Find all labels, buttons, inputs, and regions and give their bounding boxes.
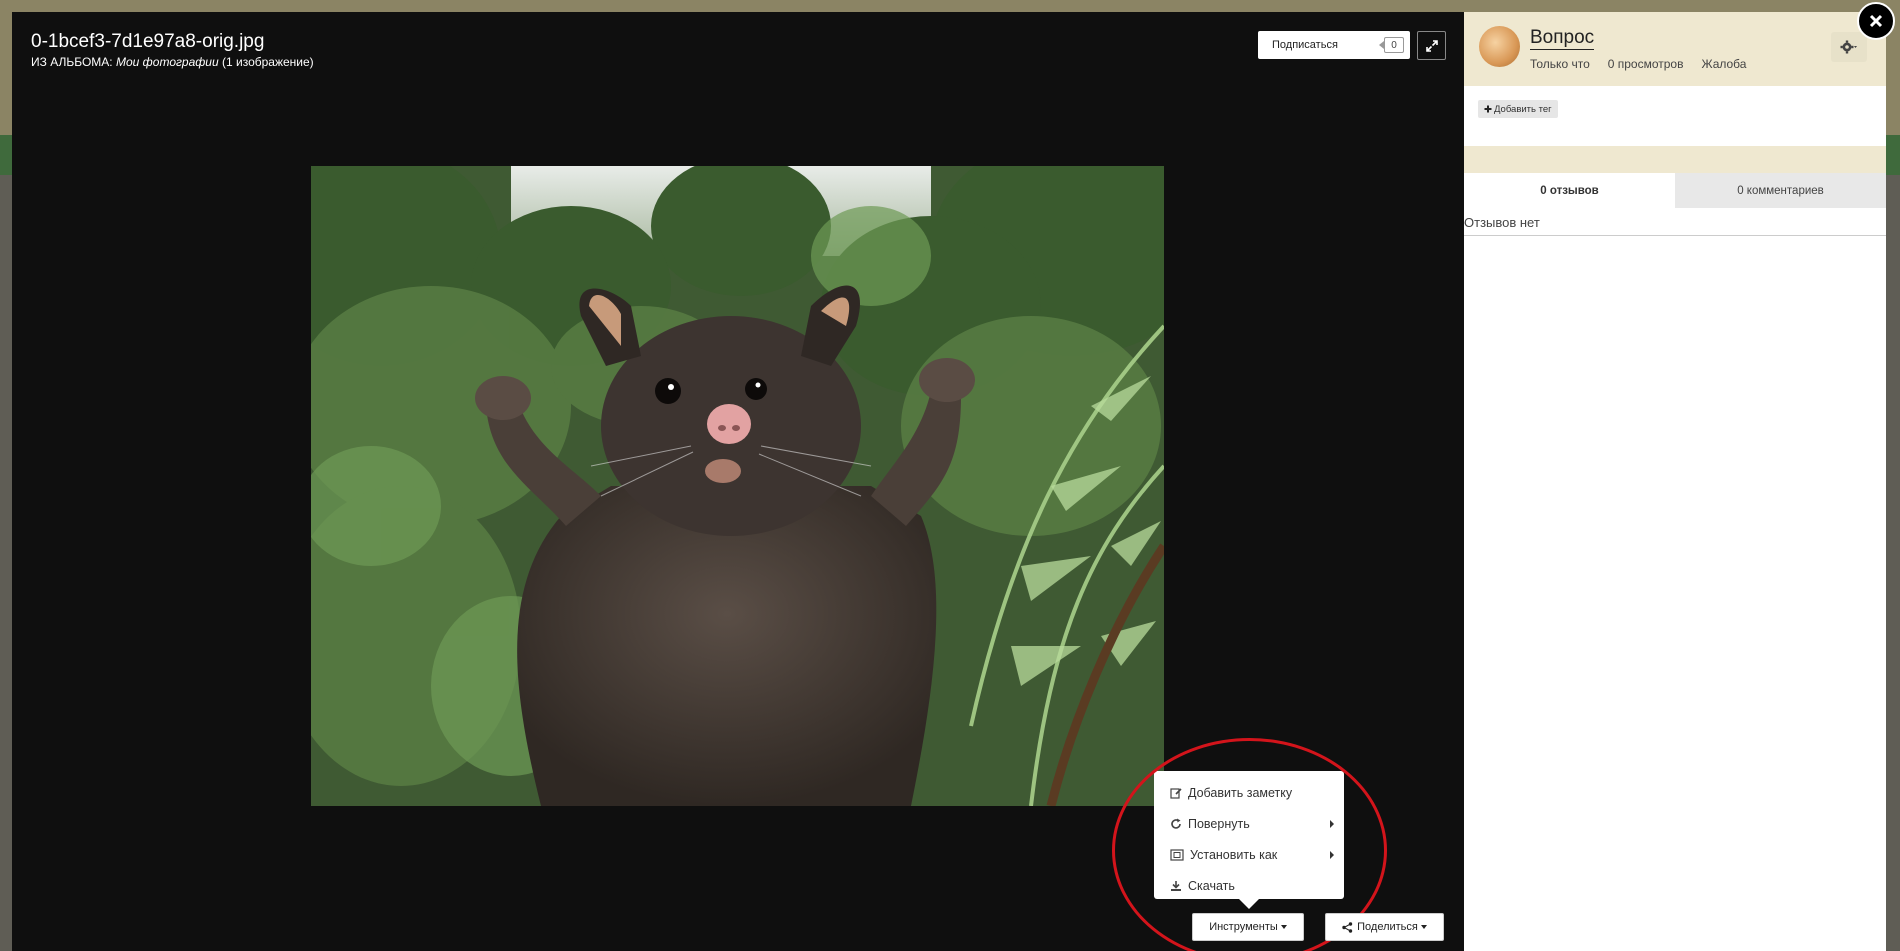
reviews-tabs: 0 отзывов 0 комментариев (1464, 173, 1886, 208)
views-count: 0 просмотров (1607, 57, 1684, 71)
gear-icon (1840, 40, 1857, 54)
add-tag-button[interactable]: Добавить тег (1478, 100, 1558, 118)
close-icon (1869, 14, 1883, 28)
possum-photo-illustration (311, 166, 1164, 806)
tools-label: Инструменты (1209, 921, 1278, 933)
photo-lightbox: 0-1bcef3-7d1e97a8-orig.jpg ИЗ АЛЬБОМА: М… (12, 12, 1464, 951)
photo-image[interactable] (311, 166, 1164, 806)
report-link[interactable]: Жалоба (1701, 57, 1746, 71)
photo-title: 0-1bcef3-7d1e97a8-orig.jpg (31, 31, 265, 52)
album-name[interactable]: Мои фотографии (116, 55, 219, 69)
photo-meta: Только что 0 просмотров Жалоба (1530, 57, 1746, 71)
tab-reviews[interactable]: 0 отзывов (1464, 173, 1675, 208)
subscribe-button[interactable]: Подписаться 0 (1258, 31, 1410, 59)
subscribe-label: Подписаться (1272, 39, 1338, 51)
caret-down-icon (1280, 925, 1287, 929)
tools-button[interactable]: Инструменты (1192, 913, 1304, 941)
info-panel: Вопрос Только что 0 просмотров Жалоба До… (1464, 12, 1886, 951)
caret-down-icon (1420, 925, 1427, 929)
settings-button[interactable] (1831, 32, 1867, 62)
share-button[interactable]: Поделиться (1325, 913, 1444, 941)
expand-icon (1425, 39, 1438, 52)
panel-divider-band (1464, 146, 1886, 173)
album-info: ИЗ АЛЬБОМА: Мои фотографии (1 изображени… (31, 55, 314, 69)
share-icon (1342, 921, 1353, 933)
album-prefix: ИЗ АЛЬБОМА: (31, 55, 116, 69)
add-tag-label: Добавить тег (1494, 103, 1552, 115)
empty-reviews-text: Отзывов нет (1464, 208, 1886, 236)
tag-area: Добавить тег (1464, 86, 1886, 146)
close-button[interactable] (1857, 2, 1895, 40)
avatar[interactable] (1479, 26, 1520, 67)
plus-icon (1484, 105, 1492, 113)
posted-time: Только что (1530, 57, 1590, 71)
share-label: Поделиться (1357, 921, 1418, 933)
tab-comments[interactable]: 0 комментариев (1675, 173, 1886, 208)
author-name[interactable]: Вопрос (1530, 27, 1595, 50)
album-count: (1 изображение) (218, 55, 314, 69)
subscribe-count: 0 (1379, 37, 1404, 53)
expand-button[interactable] (1417, 31, 1446, 60)
